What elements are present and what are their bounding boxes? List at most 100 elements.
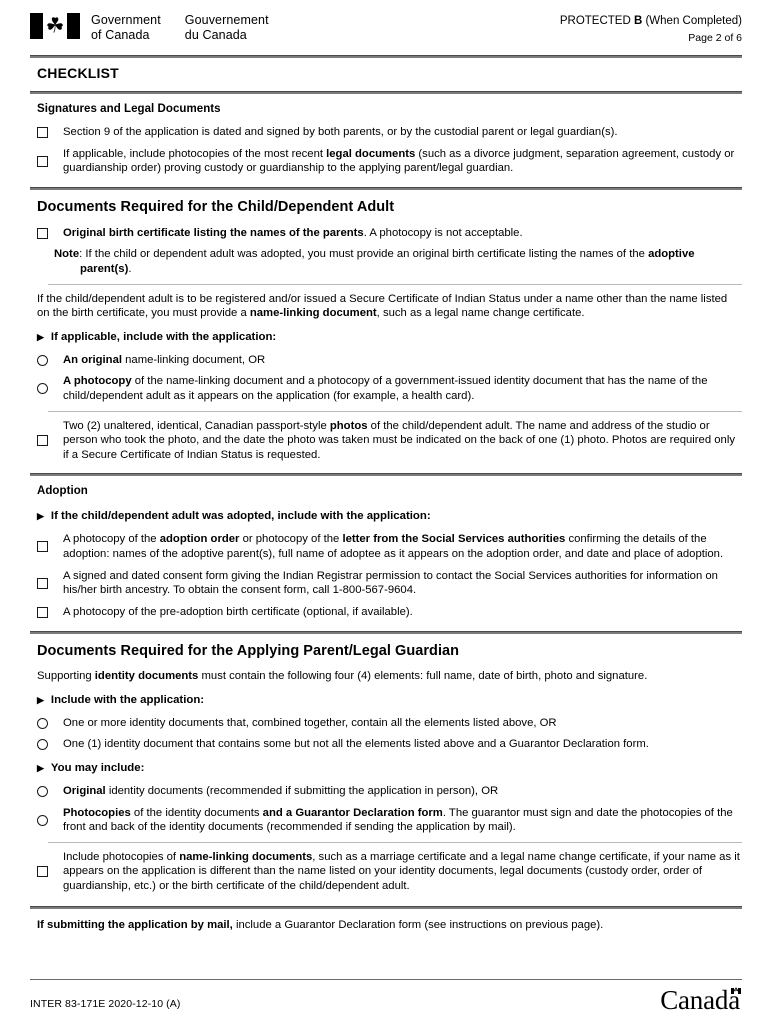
arrow-bullet-label: If the child/dependent adult was adopted… <box>50 510 431 523</box>
checkbox-control[interactable] <box>37 866 63 878</box>
checklist-item[interactable]: If applicable, include photocopies of th… <box>30 140 742 176</box>
intro-paragraph-identity: Supporting identity documents must conta… <box>30 663 742 684</box>
checklist-item[interactable]: Two (2) unaltered, identical, Canadian p… <box>30 419 742 463</box>
text-emphasis: letter from the Social Services authorit… <box>342 533 566 546</box>
arrow-bullet-label: You may include: <box>50 762 145 775</box>
checklist-item[interactable]: Include photocopies of name-linking docu… <box>30 850 742 894</box>
checklist-item[interactable]: Original birth certificate listing the n… <box>30 219 742 241</box>
text-emphasis: Original birth certificate listing the n… <box>63 226 364 239</box>
radio-item-label: An original name-linking document, OR <box>63 353 265 368</box>
wordmark-french: Gouvernement du Canada <box>185 13 269 42</box>
arrow-bullet-adopted: ▶ If the child/dependent adult was adopt… <box>30 500 742 525</box>
radio-control[interactable] <box>37 354 63 366</box>
arrow-bullet-you-may-include: ▶ You may include: <box>30 752 742 777</box>
radio-item-label: A photocopy of the name-linking document… <box>63 374 742 403</box>
checkbox-control[interactable] <box>37 155 63 167</box>
checklist-item-label: If applicable, include photocopies of th… <box>63 147 742 176</box>
text-part: , such as a legal name change certificat… <box>376 307 585 320</box>
radio-control[interactable] <box>37 717 63 729</box>
radio-item-label: One or more identity documents that, com… <box>63 716 557 729</box>
maple-leaf-icon: ☘ <box>45 14 65 38</box>
radio-icon[interactable] <box>37 354 48 366</box>
checkbox-control[interactable] <box>37 227 63 239</box>
radio-icon[interactable] <box>37 786 48 798</box>
section-heading-signatures: Signatures and Legal Documents <box>37 103 221 115</box>
text-part: Two (2) unaltered, identical, Canadian p… <box>63 419 330 432</box>
radio-item-label: One (1) identity document that contains … <box>63 738 649 751</box>
checkbox-icon[interactable] <box>37 541 48 553</box>
section-heading-adoption: Adoption <box>37 485 88 498</box>
arrow-bullet-label: Include with the application: <box>50 693 205 706</box>
checkbox-icon[interactable] <box>37 155 48 167</box>
text-emphasis: If submitting the application by mail, <box>37 918 233 931</box>
triangle-right-icon: ▶ <box>37 763 44 774</box>
page-header: ☘ Government of Canada Gouvernement du C… <box>30 12 742 52</box>
radio-item[interactable]: A photocopy of the name-linking document… <box>30 367 742 403</box>
text-part: . <box>128 262 132 275</box>
government-of-canada-wordmark: ☘ Government of Canada Gouvernement du C… <box>30 12 269 42</box>
text-part: If applicable, include photocopies of th… <box>63 147 327 160</box>
protected-suffix: (When Completed) <box>642 15 742 27</box>
checkbox-icon[interactable] <box>37 434 48 446</box>
radio-control[interactable] <box>37 739 63 751</box>
text-emphasis: A photocopy <box>63 375 132 388</box>
checkbox-control[interactable] <box>37 606 63 618</box>
checklist-item-label: A signed and dated consent form giving t… <box>63 569 718 597</box>
checklist-item-label: Original birth certificate listing the n… <box>63 226 523 241</box>
checklist-item-label: A photocopy of the adoption order or pho… <box>63 532 742 561</box>
checkbox-icon[interactable] <box>37 577 48 589</box>
radio-item-label: Photocopies of the identity documents an… <box>63 806 742 835</box>
checkbox-icon[interactable] <box>37 866 48 878</box>
text-part: identity documents (recommended if submi… <box>105 785 499 798</box>
checklist-item[interactable]: A signed and dated consent form giving t… <box>30 562 742 598</box>
radio-icon[interactable] <box>37 814 48 826</box>
text-part: or photocopy of the <box>239 533 343 546</box>
note-label: Note <box>54 248 80 261</box>
checklist-item[interactable]: A photocopy of the adoption order or pho… <box>30 525 742 561</box>
text-emphasis: name-linking document <box>249 307 377 320</box>
intro-paragraph-namelinking: If the child/dependent adult is to be re… <box>30 292 742 321</box>
radio-item[interactable]: An original name-linking document, OR <box>30 346 742 368</box>
canada-flag-icon: ☘ <box>30 13 80 39</box>
text-emphasis: Original <box>63 785 106 798</box>
protected-level-line: PROTECTED B (When Completed) <box>560 14 742 29</box>
text-part: . A photocopy is not acceptable. <box>363 226 523 239</box>
wordmark-english-line1: Government <box>91 13 161 27</box>
checkbox-control[interactable] <box>37 434 63 446</box>
radio-item[interactable]: One or more identity documents that, com… <box>30 709 742 731</box>
radio-icon[interactable] <box>37 739 48 751</box>
mail-submission-note: If submitting the application by mail, i… <box>30 909 742 933</box>
checklist-item-label: Section 9 of the application is dated an… <box>63 126 618 138</box>
wordmark-english-line2: of Canada <box>91 27 150 42</box>
radio-control[interactable] <box>37 383 63 395</box>
checklist-item[interactable]: Section 9 of the application is dated an… <box>30 118 742 140</box>
radio-control[interactable] <box>37 814 63 826</box>
radio-item[interactable]: Photocopies of the identity documents an… <box>30 799 742 835</box>
text-emphasis: adoption order <box>159 533 240 546</box>
radio-icon[interactable] <box>37 383 48 395</box>
document-page: ☘ Government of Canada Gouvernement du C… <box>0 0 770 1024</box>
page-number: Page 2 of 6 <box>688 32 742 44</box>
text-part: include a Guarantor Declaration form (se… <box>232 918 604 931</box>
checkbox-control[interactable] <box>37 127 63 138</box>
checkbox-icon[interactable] <box>37 227 48 239</box>
radio-item[interactable]: Original identity documents (recommended… <box>30 777 742 799</box>
checkbox-control[interactable] <box>37 541 63 553</box>
section-heading-guardian: Documents Required for the Applying Pare… <box>37 643 460 660</box>
text-emphasis: photos <box>329 419 368 432</box>
checklist-item-label: Include photocopies of name-linking docu… <box>63 850 742 894</box>
checkbox-icon[interactable] <box>37 606 48 618</box>
checklist-item-label: A photocopy of the pre-adoption birth ce… <box>63 605 413 618</box>
text-part: Include photocopies of <box>63 850 180 863</box>
checkbox-icon[interactable] <box>37 127 48 138</box>
radio-control[interactable] <box>37 786 63 798</box>
arrow-bullet-if-applicable: ▶ If applicable, include with the applic… <box>30 321 742 346</box>
text-part: A photocopy of the <box>63 533 160 546</box>
canada-wordmark-text: Canad <box>660 985 729 1015</box>
checkbox-control[interactable] <box>37 577 63 589</box>
form-identifier: INTER 83-171E 2020-12-10 (A) <box>30 998 181 1010</box>
radio-icon[interactable] <box>37 717 48 729</box>
radio-item[interactable]: One (1) identity document that contains … <box>30 730 742 752</box>
checklist-item[interactable]: A photocopy of the pre-adoption birth ce… <box>30 598 742 620</box>
canada-flag-icon-small: ☘ <box>731 988 741 994</box>
